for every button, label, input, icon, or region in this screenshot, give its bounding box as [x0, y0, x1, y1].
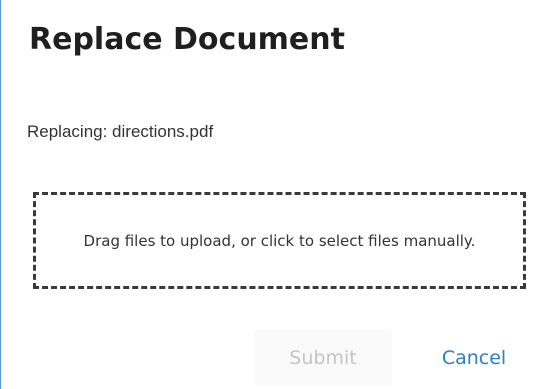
dialog-title: Replace Document: [29, 22, 345, 57]
submit-button[interactable]: Submit: [254, 330, 392, 386]
file-dropzone[interactable]: Drag files to upload, or click to select…: [33, 192, 526, 289]
dropzone-instructions: Drag files to upload, or click to select…: [83, 231, 476, 250]
replace-document-dialog: Replace Document Replacing: directions.p…: [0, 0, 544, 389]
replacing-filename-text: Replacing: directions.pdf: [27, 122, 214, 141]
cancel-button[interactable]: Cancel: [417, 330, 531, 386]
